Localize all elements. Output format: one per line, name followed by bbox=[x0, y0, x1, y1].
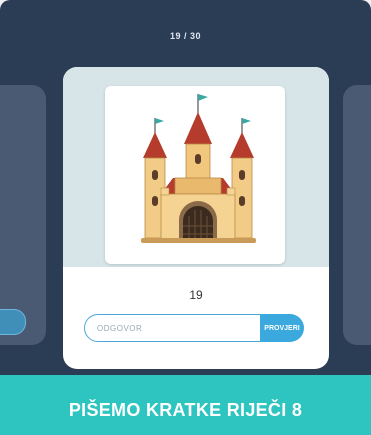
activity-title: PIŠEMO KRATKE RIJEČI 8 bbox=[68, 400, 303, 420]
next-card[interactable] bbox=[343, 85, 371, 345]
progress-counter: 19 / 30 bbox=[169, 31, 202, 41]
question-number: 19 bbox=[189, 288, 203, 302]
answer-form: PROVJERI bbox=[84, 314, 304, 344]
card-image-area bbox=[63, 67, 329, 267]
answer-input[interactable] bbox=[84, 314, 262, 342]
quiz-frame: 19 / 30 19 ODGOVOR PROVJERI PIŠEMO KRATK… bbox=[0, 0, 371, 435]
castle-icon bbox=[141, 94, 256, 243]
footer-banner: PIŠEMO KRATKE RIJEČI 8 bbox=[0, 375, 371, 435]
previous-card[interactable] bbox=[0, 85, 46, 345]
quiz-stage: 19 / 30 19 ODGOVOR PROVJERI bbox=[0, 0, 371, 375]
previous-card-button bbox=[0, 309, 26, 335]
question-card: 19 PROVJERI bbox=[63, 67, 329, 369]
question-image bbox=[105, 86, 285, 264]
check-button[interactable]: PROVJERI bbox=[260, 314, 304, 342]
